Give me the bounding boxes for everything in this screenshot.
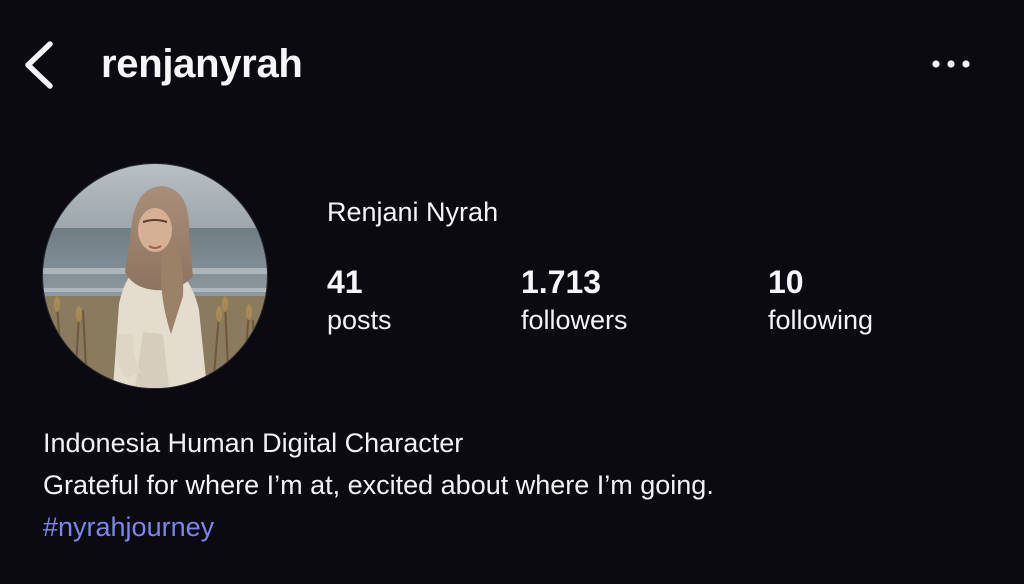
bio-line-1: Indonesia Human Digital Character [43, 428, 464, 458]
bio-line-2: Grateful for where I’m at, excited about… [43, 470, 714, 500]
following-stat[interactable]: 10 following [768, 262, 873, 338]
profile-display-name: Renjani Nyrah [327, 197, 499, 227]
followers-stat[interactable]: 1.713 followers [521, 262, 628, 338]
posts-count: 41 [327, 264, 363, 300]
more-horizontal-icon [922, 46, 980, 82]
profile-avatar[interactable] [43, 164, 267, 388]
profile-username: renjanyrah [101, 42, 303, 86]
back-button[interactable] [18, 36, 62, 92]
followers-label: followers [521, 305, 628, 335]
profile-screen: renjanyrah Renjani Nyrah 41 posts 1.713 … [0, 0, 1024, 584]
following-count: 10 [768, 264, 804, 300]
chevron-left-icon [18, 36, 62, 92]
profile-bio: Indonesia Human Digital Character Gratef… [43, 422, 1003, 548]
more-options-button[interactable] [922, 46, 980, 82]
posts-label: posts [327, 305, 392, 335]
posts-stat[interactable]: 41 posts [327, 262, 392, 338]
bio-hashtag-link[interactable]: #nyrahjourney [43, 506, 214, 548]
followers-count: 1.713 [521, 264, 602, 300]
following-label: following [768, 305, 874, 335]
